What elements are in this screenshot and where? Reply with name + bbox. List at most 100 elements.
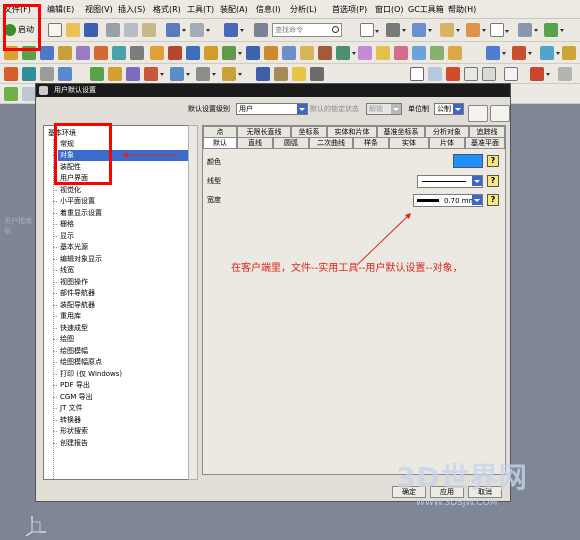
menu-edit[interactable]: 编辑(E): [47, 4, 74, 15]
tree-item-drafting[interactable]: 绘图: [53, 334, 194, 345]
menu-window[interactable]: 窗口(O): [375, 4, 404, 15]
patch-icon[interactable]: [430, 46, 444, 60]
pad-icon[interactable]: [112, 46, 126, 60]
width-help-button[interactable]: ?: [487, 194, 499, 206]
tree-item-reuse-library[interactable]: 重用库: [53, 311, 194, 322]
measure-body-icon[interactable]: [292, 67, 306, 81]
delete-face-icon[interactable]: [196, 67, 216, 81]
command-search-input[interactable]: 查找命令: [272, 23, 342, 37]
tab-solid[interactable]: 实体: [389, 137, 429, 148]
unite-icon[interactable]: [168, 46, 182, 60]
chamfer-icon[interactable]: [246, 46, 260, 60]
tab-solid-sheet[interactable]: 实体和片体: [327, 126, 377, 137]
menu-insert[interactable]: 插入(S): [118, 4, 145, 15]
tree-item-line-width[interactable]: 线宽: [53, 265, 194, 276]
synchronous-move-icon[interactable]: [90, 67, 104, 81]
level-select[interactable]: 用户: [236, 103, 308, 115]
offset-region-icon[interactable]: [126, 67, 140, 81]
open-folder-icon[interactable]: [66, 23, 80, 37]
color-help-button[interactable]: ?: [487, 155, 499, 167]
repeat-command-icon[interactable]: [224, 23, 244, 37]
edge-blend-icon[interactable]: [222, 46, 242, 60]
hole-icon[interactable]: [58, 46, 72, 60]
tree-item-assembly-navigator[interactable]: 装配导航器: [53, 300, 194, 311]
menu-help[interactable]: 帮助(H): [448, 4, 476, 15]
scale-body-icon[interactable]: [394, 46, 408, 60]
tree-item-visualization[interactable]: 视觉化: [53, 185, 194, 196]
parts-list-icon[interactable]: [504, 67, 518, 81]
render-style-icon[interactable]: [386, 23, 406, 37]
menu-preferences[interactable]: 首选项(P): [332, 4, 367, 15]
color-swatch[interactable]: [453, 154, 483, 168]
tree-item-view-ops[interactable]: 视图操作: [53, 277, 194, 288]
undo-icon[interactable]: [166, 23, 186, 37]
triangle-icon[interactable]: [410, 67, 424, 81]
tree-item-display[interactable]: 显示: [53, 231, 194, 242]
background-icon[interactable]: [440, 23, 460, 37]
redo-icon[interactable]: [190, 23, 210, 37]
trim-body-icon[interactable]: [318, 46, 332, 60]
wave-icon[interactable]: [544, 23, 564, 37]
copy-face-icon[interactable]: [222, 67, 242, 81]
menu-view[interactable]: 视图(V): [85, 4, 113, 15]
menu-format[interactable]: 格式(R): [153, 4, 181, 15]
point-icon[interactable]: [562, 46, 576, 60]
tolerance-icon[interactable]: [530, 67, 550, 81]
sew-icon[interactable]: [412, 46, 426, 60]
tree-item-part-navigator[interactable]: 部件导航器: [53, 288, 194, 299]
pull-face-icon[interactable]: [108, 67, 122, 81]
subtract-icon[interactable]: [186, 46, 200, 60]
tab-sheet[interactable]: 片体: [429, 137, 465, 148]
menu-assembly[interactable]: 装配(A): [220, 4, 248, 15]
tab-csys[interactable]: 坐标系: [291, 126, 327, 137]
layer-icon[interactable]: [466, 23, 486, 37]
filter-icon[interactable]: [22, 87, 36, 101]
delete-icon[interactable]: [40, 67, 54, 81]
hide-icon[interactable]: [58, 67, 72, 81]
command-finder-icon[interactable]: [254, 23, 268, 37]
datum-csys-icon[interactable]: [540, 46, 560, 60]
slot-icon[interactable]: [130, 46, 144, 60]
measure-angle-icon[interactable]: [274, 67, 288, 81]
datum-axis-icon[interactable]: [512, 46, 532, 60]
tree-item-basic-light[interactable]: 基本光源: [53, 242, 194, 253]
resize-blend-icon[interactable]: [170, 67, 190, 81]
tab-infinite-line[interactable]: 无限长直线: [237, 126, 291, 137]
tree-item-drawing-sheet-origin[interactable]: 绘图模幅原点: [53, 357, 194, 368]
tab-analysis-object[interactable]: 分析对象: [425, 126, 469, 137]
note-icon[interactable]: [464, 67, 478, 81]
width-select[interactable]: 0.70 mm: [413, 194, 483, 207]
tab-conic[interactable]: 二次曲线: [309, 137, 353, 148]
tree-item-pdf-export[interactable]: PDF 导出: [53, 380, 194, 391]
assembly-icon[interactable]: [518, 23, 538, 37]
checkmark-icon[interactable]: [4, 87, 18, 101]
replace-face-icon[interactable]: [144, 67, 164, 81]
thread-icon[interactable]: [282, 46, 296, 60]
tree-item-drawing-sheet[interactable]: 绘图模幅: [53, 346, 194, 357]
menu-analysis[interactable]: 分析(L): [290, 4, 317, 15]
datum-plane-icon[interactable]: [486, 46, 506, 60]
tree-scrollbar[interactable]: [188, 125, 198, 480]
offset-face-icon[interactable]: [376, 46, 390, 60]
cut-icon[interactable]: [106, 23, 120, 37]
move-object-icon[interactable]: [22, 67, 36, 81]
tab-default[interactable]: 默认: [203, 137, 237, 148]
view-layout-icon[interactable]: [490, 23, 509, 37]
table-icon[interactable]: [482, 67, 496, 81]
tree-item-rapid-prototyping[interactable]: 快速成型: [53, 323, 194, 334]
manage-defaults-button[interactable]: [468, 105, 488, 122]
tree-item-highlight[interactable]: 着重显示设置: [53, 208, 194, 219]
surface-finish-icon[interactable]: [558, 67, 572, 81]
edit-feature-icon[interactable]: [4, 67, 18, 81]
groove-icon[interactable]: [150, 46, 164, 60]
tree-item-jt-file[interactable]: JT 文件: [53, 403, 194, 414]
tab-spline[interactable]: 样条: [353, 137, 389, 148]
paste-icon[interactable]: [142, 23, 156, 37]
pattern-icon[interactable]: [336, 46, 356, 60]
orient-view-icon[interactable]: [412, 23, 432, 37]
revolve-icon[interactable]: [40, 46, 54, 60]
tab-arc[interactable]: 圆弧: [273, 137, 309, 148]
tree-item-facet[interactable]: 小平面设置: [53, 196, 194, 207]
tab-datum-csys[interactable]: 基准坐标系: [377, 126, 425, 137]
tab-datum-plane[interactable]: 基准平面: [465, 137, 505, 148]
